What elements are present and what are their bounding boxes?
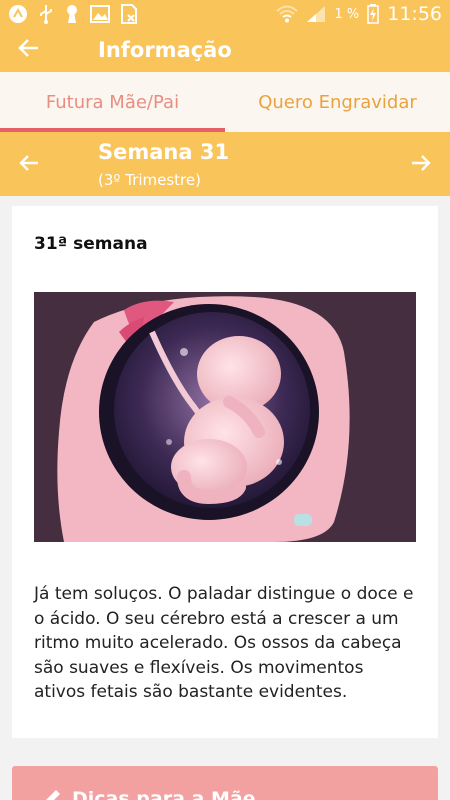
tab-bar: Futura Mãe/Pai Quero Engravidar: [0, 72, 450, 132]
system-icons: 1 % 11:56: [276, 3, 442, 25]
pen-icon: [42, 788, 62, 800]
week-title: Semana 31: [98, 140, 230, 164]
tab-futura-mae-pai[interactable]: Futura Mãe/Pai: [0, 72, 225, 132]
tab-label: Quero Engravidar: [258, 91, 417, 113]
fetus-in-womb-illustration: [34, 292, 416, 542]
tab-label: Futura Mãe/Pai: [45, 91, 180, 113]
trimester-label: (3º Trimestre): [98, 171, 201, 189]
week-description: Já tem soluços. O paladar distingue o do…: [34, 584, 414, 702]
arrow-left-icon: [17, 36, 41, 64]
notification-icons: [8, 4, 138, 24]
app-bar: Informação: [0, 28, 450, 72]
image-icon: [90, 5, 110, 23]
battery-charging-icon: [367, 4, 379, 24]
status-bar: 1 % 11:56: [0, 0, 450, 28]
page-title: Informação: [98, 38, 232, 62]
keyhole-icon: [64, 4, 80, 24]
sim-off-icon: [120, 4, 138, 24]
arrow-right-icon: [410, 152, 432, 178]
previous-week-button[interactable]: [12, 148, 46, 182]
back-button[interactable]: [0, 28, 58, 72]
week-info-card: 31ª semana Já tem soluços. O paladar dis…: [12, 206, 438, 738]
clock: 11:56: [387, 3, 442, 25]
tips-button-label: Dicas para a Mãe: [72, 788, 256, 800]
tips-for-mother-button[interactable]: Dicas para a Mãe: [12, 766, 438, 800]
next-week-button[interactable]: [404, 148, 438, 182]
usb-icon: [38, 4, 54, 24]
signal-icon: [306, 5, 326, 23]
app-icon: [8, 4, 28, 24]
battery-percent: 1 %: [334, 6, 360, 22]
wifi-icon: [276, 5, 299, 23]
week-navigator: Semana 31 (3º Trimestre): [0, 132, 450, 196]
card-heading: 31ª semana: [34, 234, 148, 254]
tab-quero-engravidar[interactable]: Quero Engravidar: [225, 72, 450, 132]
arrow-left-icon: [18, 152, 40, 178]
